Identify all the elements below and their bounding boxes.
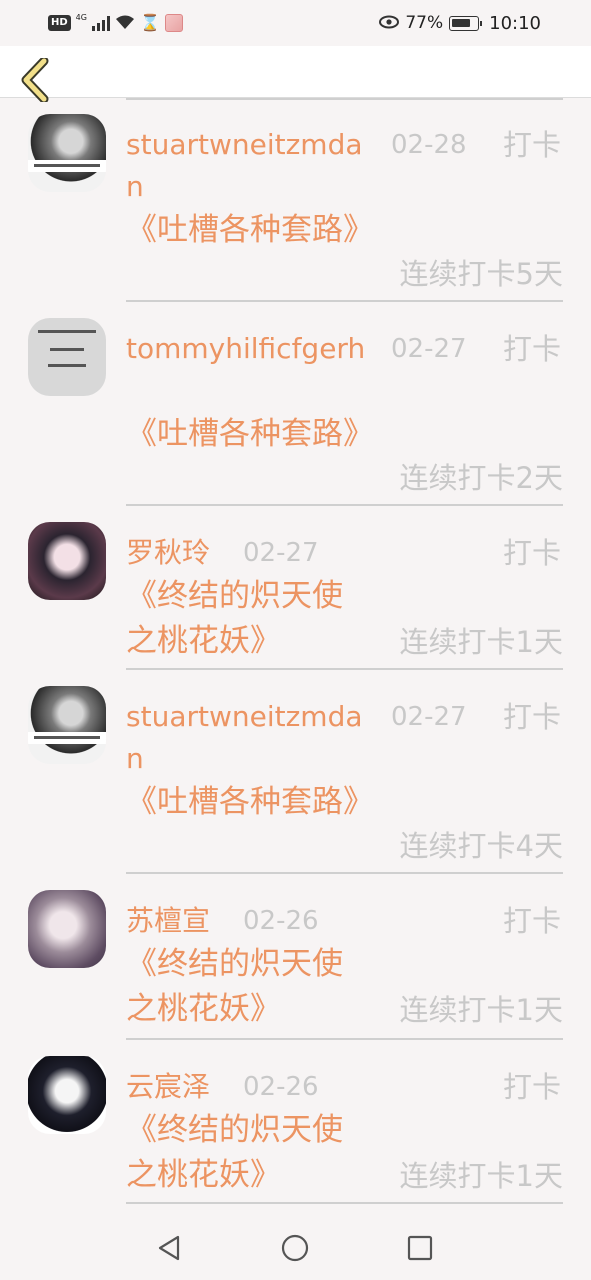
eye-icon [379, 15, 400, 32]
list-item[interactable]: stuartwneitzmdan 02-27 打卡 《吐槽各种套路》 连续打卡4… [0, 670, 591, 876]
recents-square-icon[interactable] [402, 1230, 438, 1266]
back-triangle-icon[interactable] [151, 1230, 187, 1266]
avatar[interactable] [28, 1056, 106, 1134]
status-bar: HD 4G ⌛ 77% 10:10 [0, 0, 591, 46]
user-name[interactable]: 罗秋玲 [126, 532, 210, 574]
list-item[interactable]: stuartwneitzmdan 02-28 打卡 《吐槽各种套路》 连续打卡5… [0, 98, 591, 304]
hourglass-icon: ⌛ [139, 13, 160, 32]
back-button[interactable] [14, 46, 58, 102]
checkin-list[interactable]: stuartwneitzmdan 02-28 打卡 《吐槽各种套路》 连续打卡5… [0, 98, 591, 1216]
streak-text: 连续打卡5天 [399, 257, 563, 291]
list-item[interactable]: tommyhilficfgerh 02-27 打卡 《吐槽各种套路》 连续打卡2… [0, 302, 591, 508]
list-item[interactable]: 云宸泽 02-26 打卡 《终结的炽天使之桃花妖》 连续打卡1天 [0, 1040, 591, 1206]
checkin-date: 02-27 [243, 538, 319, 568]
checkin-date: 02-26 [243, 906, 319, 936]
streak-text: 连续打卡1天 [399, 625, 563, 659]
checkin-date: 02-26 [243, 1072, 319, 1102]
battery-icon [449, 15, 483, 31]
avatar[interactable] [28, 318, 106, 396]
avatar[interactable] [28, 686, 106, 764]
book-title[interactable]: 《终结的炽天使之桃花妖》 [126, 574, 371, 664]
checkin-date: 02-28 [391, 130, 467, 160]
checkin-date: 02-27 [391, 334, 467, 364]
home-circle-icon[interactable] [277, 1230, 313, 1266]
system-nav-bar [0, 1216, 591, 1280]
network-type: 4G [75, 13, 87, 22]
user-name[interactable]: stuartwneitzmdan [126, 696, 366, 780]
streak-text: 连续打卡2天 [399, 461, 563, 495]
avatar[interactable] [28, 890, 106, 968]
streak-text: 连续打卡1天 [399, 1159, 563, 1193]
avatar[interactable] [28, 522, 106, 600]
clock: 10:10 [489, 12, 541, 34]
book-title[interactable]: 《终结的炽天使之桃花妖》 [126, 1108, 371, 1198]
app-avatar-icon [164, 14, 183, 32]
book-title[interactable]: 《终结的炽天使之桃花妖》 [126, 942, 371, 1032]
streak-text: 连续打卡4天 [399, 829, 563, 863]
user-name[interactable]: tommyhilficfgerh [126, 328, 366, 370]
top-bar [0, 46, 591, 102]
checkin-label: 打卡 [502, 332, 561, 366]
chevron-left-icon [21, 58, 49, 102]
user-name[interactable]: stuartwneitzmdan [126, 124, 366, 208]
row-divider [126, 1202, 563, 1204]
book-title[interactable]: 《吐槽各种套路》 [126, 208, 374, 253]
status-right: 77% 10:10 [379, 12, 541, 34]
checkin-label: 打卡 [502, 1070, 561, 1104]
book-title[interactable]: 《吐槽各种套路》 [126, 780, 374, 825]
wifi-icon [115, 14, 135, 33]
status-left: HD 4G ⌛ [48, 12, 183, 34]
user-name[interactable]: 苏檀宣 [126, 900, 210, 942]
checkin-label: 打卡 [502, 904, 561, 938]
list-item[interactable]: 苏檀宣 02-26 打卡 《终结的炽天使之桃花妖》 连续打卡1天 [0, 874, 591, 1040]
checkin-label: 打卡 [502, 536, 561, 570]
book-title[interactable]: 《吐槽各种套路》 [126, 412, 374, 457]
checkin-label: 打卡 [502, 128, 561, 162]
hd-icon: HD [48, 15, 71, 31]
signal-icon [91, 15, 110, 31]
list-item[interactable]: 罗秋玲 02-27 打卡 《终结的炽天使之桃花妖》 连续打卡1天 [0, 506, 591, 672]
streak-text: 连续打卡1天 [399, 993, 563, 1027]
checkin-date: 02-27 [391, 702, 467, 732]
avatar[interactable] [28, 114, 106, 192]
battery-percent: 77% [405, 13, 444, 33]
checkin-label: 打卡 [502, 700, 561, 734]
user-name[interactable]: 云宸泽 [126, 1066, 210, 1108]
